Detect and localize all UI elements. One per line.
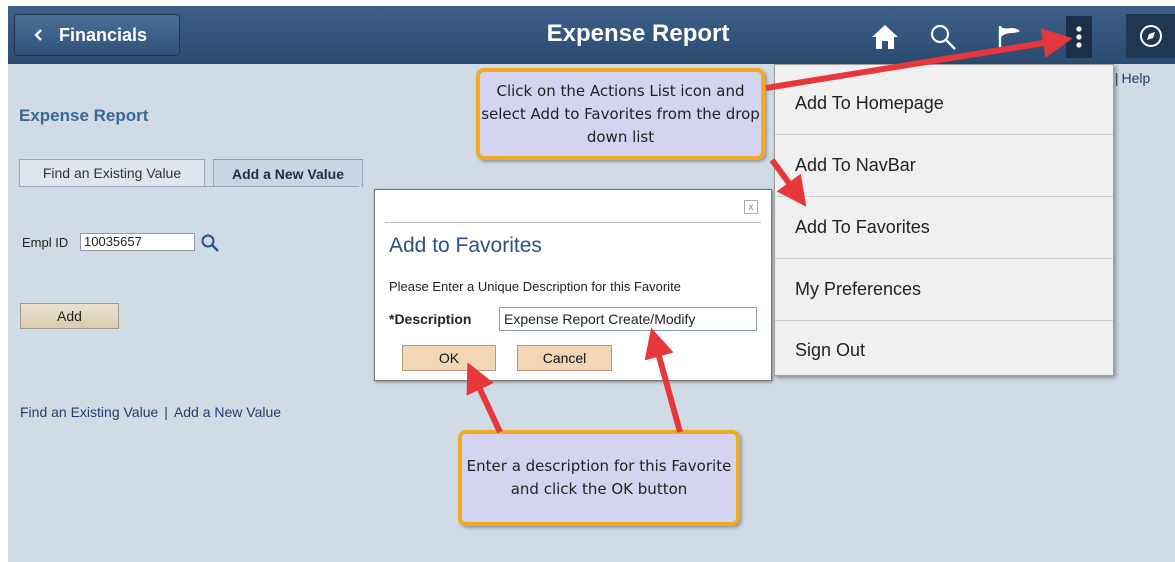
help-link[interactable]: Help	[1122, 70, 1151, 86]
actions-list-menu: Add To Homepage Add To NavBar Add To Fav…	[774, 64, 1114, 376]
dialog-divider	[385, 222, 761, 223]
menu-item-add-to-homepage[interactable]: Add To Homepage	[775, 73, 1113, 135]
back-button[interactable]: Financials	[14, 14, 180, 56]
home-icon[interactable]	[868, 20, 902, 54]
add-new-value-link[interactable]: Add a New Value	[174, 404, 281, 420]
lookup-search-icon[interactable]	[200, 233, 220, 253]
description-label: *Description	[389, 311, 472, 327]
callout-description: Enter a description for this Favorite an…	[458, 430, 740, 526]
actions-list-icon	[1076, 26, 1082, 48]
close-icon[interactable]: x	[744, 200, 758, 214]
menu-item-add-to-favorites[interactable]: Add To Favorites	[775, 197, 1113, 259]
page-title: Expense Report	[546, 20, 730, 47]
navigator-button[interactable]	[1126, 14, 1175, 58]
header-banner: Financials Expense Report	[8, 6, 1175, 64]
dialog-title: Add to Favorites	[389, 234, 542, 257]
find-existing-value-link[interactable]: Find an Existing Value	[20, 404, 158, 420]
tab-find-existing-value[interactable]: Find an Existing Value	[19, 159, 205, 187]
back-button-label: Financials	[59, 24, 148, 45]
callout-actions-list: Click on the Actions List icon and selec…	[476, 68, 765, 160]
add-to-favorites-dialog: x Add to Favorites Please Enter a Unique…	[374, 189, 772, 381]
callout-description-text: Enter a description for this Favorite an…	[466, 457, 732, 498]
menu-item-my-preferences[interactable]: My Preferences	[775, 259, 1113, 321]
empl-id-label: Empl ID	[22, 235, 69, 250]
dialog-prompt: Please Enter a Unique Description for th…	[389, 279, 681, 294]
tab-add-new-value[interactable]: Add a New Value	[213, 159, 363, 187]
callout-actions-list-text: Click on the Actions List icon and selec…	[481, 81, 760, 146]
help-links: /|Help	[1108, 70, 1150, 86]
menu-item-sign-out[interactable]: Sign Out	[775, 319, 1113, 381]
page-heading: Expense Report	[19, 106, 149, 125]
chevron-left-icon	[29, 25, 49, 45]
menu-item-add-to-navbar[interactable]: Add To NavBar	[775, 135, 1113, 197]
compass-icon	[1139, 25, 1162, 47]
flag-icon[interactable]	[992, 20, 1026, 54]
search-icon[interactable]	[926, 20, 960, 54]
ok-button[interactable]: OK	[402, 345, 496, 371]
actions-list-button[interactable]	[1066, 16, 1092, 58]
cancel-button[interactable]: Cancel	[517, 345, 612, 371]
tab-divider	[19, 186, 359, 187]
description-input[interactable]: Expense Report Create/Modify	[499, 307, 757, 331]
empl-id-input[interactable]: 10035657	[80, 233, 195, 251]
add-button[interactable]: Add	[20, 303, 119, 329]
bottom-links: Find an Existing Value | Add a New Value	[20, 404, 282, 420]
